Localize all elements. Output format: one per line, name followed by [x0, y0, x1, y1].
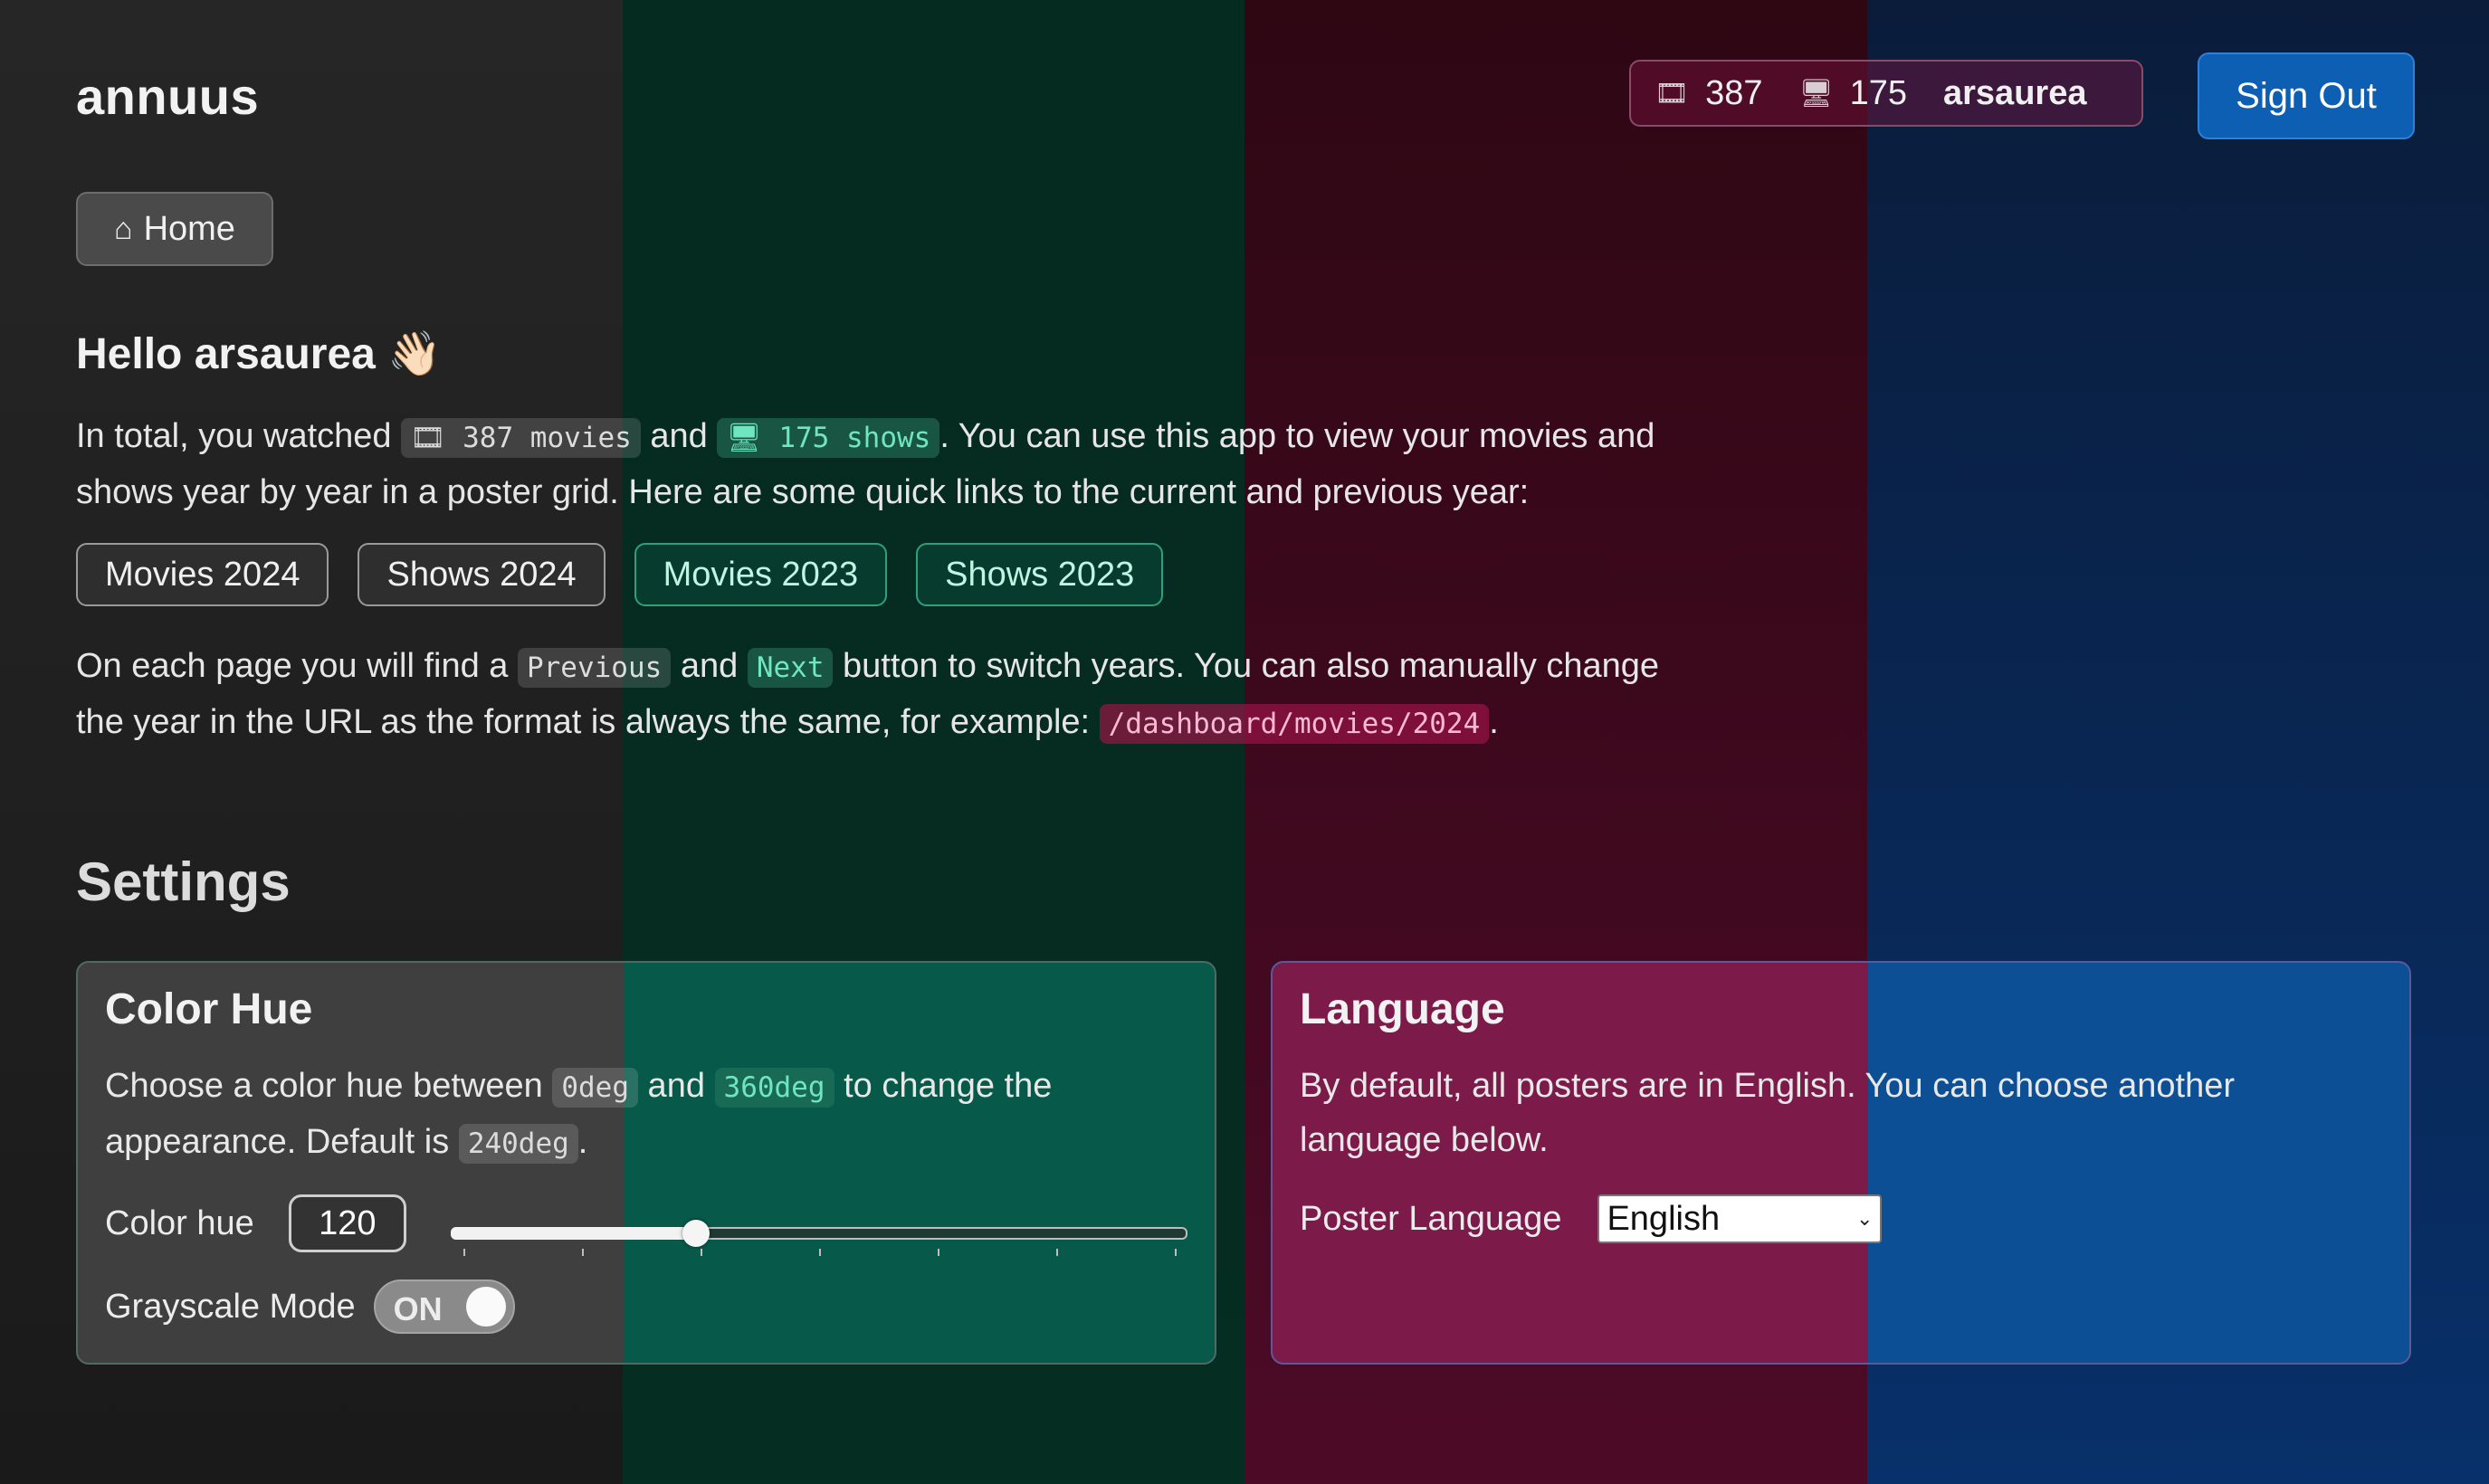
poster-language-label: Poster Language	[1300, 1199, 1562, 1238]
page: annuus 🎞 387 🖥 175 arsaurea Sign Out ⌂ H…	[0, 0, 2489, 1484]
monitor-icon: 🖥	[1798, 78, 1834, 109]
color-hue-card: Color Hue Choose a color hue between 0de…	[76, 961, 1216, 1365]
intro-text: In total, you watched	[76, 417, 402, 455]
slider-tick	[1175, 1249, 1177, 1256]
quick-link-movies-2023[interactable]: Movies 2023	[634, 543, 888, 606]
help-text: .	[1489, 703, 1499, 741]
default-hue-chip: 240deg	[458, 1124, 578, 1164]
language-card: Language By default, all posters are in …	[1271, 961, 2411, 1365]
movies-chip-text: 387 movies	[463, 422, 632, 454]
grayscale-row: Grayscale Mode ON	[105, 1279, 515, 1334]
help-text: and	[671, 647, 748, 685]
slider-tick	[463, 1249, 465, 1256]
settings-heading: Settings	[76, 851, 291, 912]
wave-icon: 👋🏻	[387, 330, 442, 378]
next-chip: Next	[747, 648, 834, 688]
quick-link-movies-2024[interactable]: Movies 2024	[76, 543, 329, 606]
selected-language: English	[1607, 1199, 1721, 1238]
shows-count: 175	[1849, 73, 1907, 112]
previous-chip: Previous	[517, 648, 672, 688]
username: arsaurea	[1943, 73, 2087, 112]
greeting-text: Hello arsaurea	[76, 330, 376, 378]
quick-links: Movies 2024 Shows 2024 Movies 2023 Shows…	[76, 543, 1164, 606]
slider-tick	[938, 1249, 939, 1256]
grayscale-toggle[interactable]: ON	[373, 1279, 515, 1334]
shows-chip: 🖥 175 shows	[717, 418, 940, 458]
desc-text: and	[638, 1067, 715, 1105]
poster-language-select[interactable]: English ⌄	[1597, 1194, 1883, 1243]
quick-link-shows-2024[interactable]: Shows 2024	[358, 543, 606, 606]
film-icon: 🎞	[1655, 78, 1690, 109]
color-hue-row: Color hue	[105, 1194, 406, 1252]
desc-text: .	[577, 1123, 588, 1161]
url-example-chip: /dashboard/movies/2024	[1099, 704, 1490, 744]
color-hue-input[interactable]	[288, 1194, 406, 1252]
navigation-help-paragraph: On each page you will find a Previous an…	[76, 639, 1687, 751]
intro-paragraph: In total, you watched 🎞 387 movies and 🖥…	[76, 409, 1687, 519]
slider-tick	[701, 1249, 702, 1256]
home-icon: ⌂	[114, 211, 133, 246]
toggle-knob	[465, 1287, 506, 1327]
app-brand[interactable]: annuus	[76, 67, 259, 126]
chevron-down-icon: ⌄	[1856, 1207, 1874, 1230]
color-hue-slider[interactable]	[451, 1220, 1187, 1256]
home-label: Home	[143, 209, 235, 248]
color-hue-description: Choose a color hue between 0deg and 360d…	[105, 1059, 1187, 1171]
min-hue-chip: 0deg	[552, 1068, 638, 1108]
quick-link-shows-2023[interactable]: Shows 2023	[916, 543, 1164, 606]
sign-out-button[interactable]: Sign Out	[2198, 52, 2415, 139]
shows-chip-text: 175 shows	[778, 422, 931, 454]
slider-tick	[582, 1249, 584, 1256]
home-button[interactable]: ⌂ Home	[76, 192, 273, 266]
color-hue-label: Color hue	[105, 1203, 254, 1242]
max-hue-chip: 360deg	[714, 1068, 834, 1108]
help-text: On each page you will find a	[76, 647, 518, 685]
grayscale-label: Grayscale Mode	[105, 1287, 356, 1326]
intro-text: and	[640, 417, 718, 455]
slider-thumb[interactable]	[682, 1220, 710, 1247]
color-hue-title: Color Hue	[105, 985, 313, 1033]
language-description: By default, all posters are in English. …	[1300, 1067, 2236, 1159]
slider-tick	[1056, 1249, 1058, 1256]
desc-text: Choose a color hue between	[105, 1067, 553, 1105]
poster-language-row: Poster Language English ⌄	[1300, 1194, 1883, 1243]
user-stats-badge: 🎞 387 🖥 175 arsaurea	[1629, 60, 2143, 127]
slider-fill	[451, 1227, 696, 1240]
language-title: Language	[1300, 985, 1505, 1033]
greeting-heading: Hello arsaurea 👋🏻	[76, 328, 442, 379]
toggle-state-text: ON	[393, 1290, 443, 1327]
movies-chip: 🎞 387 movies	[401, 418, 641, 458]
slider-tick	[819, 1249, 821, 1256]
movies-count: 387	[1705, 73, 1763, 112]
